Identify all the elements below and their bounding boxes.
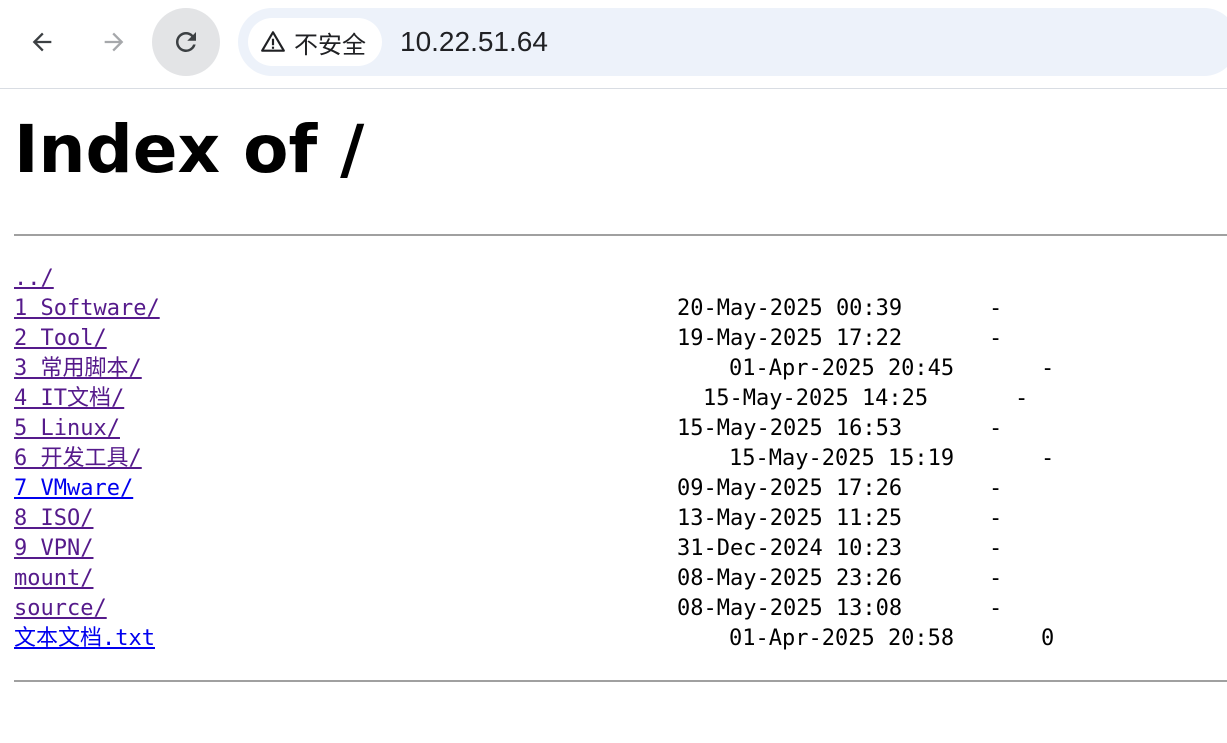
entry-link[interactable]: 文本文档.txt [14,626,155,651]
url-text[interactable]: 10.22.51.64 [400,8,548,76]
forward-button[interactable] [80,8,148,76]
entry-link[interactable]: 1 Software/ [14,296,160,321]
list-item: 9 VPN/31-Dec-2024 10:23 - [14,534,1214,564]
entry-link[interactable]: 9 VPN/ [14,536,93,561]
entry-date: 15-May-2025 16:53 [677,416,903,441]
entry-link[interactable]: 8 ISO/ [14,506,93,531]
entry-date: 09-May-2025 17:26 [677,476,903,501]
entry-link[interactable]: 6 开发工具/ [14,446,142,471]
forward-arrow-icon [104,32,124,52]
list-item: 3 常用脚本/01-Apr-2025 20:45 - [14,354,1214,384]
entry-size: - [989,326,1003,351]
reload-icon [175,31,196,52]
page-title: Index of / [14,111,365,188]
address-bar[interactable]: 不安全 10.22.51.64 [238,8,1227,76]
divider-top [14,234,1227,236]
list-item: 2 Tool/19-May-2025 17:22 - [14,324,1214,354]
list-item: 7 VMware/09-May-2025 17:26 - [14,474,1214,504]
entry-date: 31-Dec-2024 10:23 [677,536,903,561]
entry-link[interactable]: mount/ [14,566,93,591]
entry-date: 13-May-2025 11:25 [677,506,903,531]
entry-date: 01-Apr-2025 20:45 [729,356,955,381]
entry-size: - [989,416,1003,441]
list-item: 8 ISO/13-May-2025 11:25 - [14,504,1214,534]
entry-size: - [989,566,1003,591]
entry-size: - [989,506,1003,531]
entry-size: - [989,596,1003,621]
reload-button[interactable] [152,8,220,76]
entry-size: - [989,476,1003,501]
list-item: 4 IT文档/15-May-2025 14:25 - [14,384,1214,414]
security-chip[interactable]: 不安全 [248,18,382,66]
file-listing: ../1 Software/20-May-2025 00:39-2 Tool/1… [14,264,1214,654]
entry-size: - [989,296,1003,321]
list-item: 文本文档.txt 01-Apr-2025 20:58 0 [14,624,1214,654]
entry-link[interactable]: 5 Linux/ [14,416,120,441]
entry-date: 08-May-2025 13:08 [677,596,903,621]
entry-date: 01-Apr-2025 20:58 [729,626,955,651]
entry-size: - [1015,386,1029,411]
list-item: 6 开发工具/15-May-2025 15:19 - [14,444,1214,474]
list-item: 5 Linux/15-May-2025 16:53 - [14,414,1214,444]
entry-size: 0 [1041,626,1055,651]
list-item: source/08-May-2025 13:08 - [14,594,1214,624]
entry-date: 15-May-2025 15:19 [729,446,955,471]
divider-bottom [14,680,1227,682]
entry-size: - [1041,356,1055,381]
back-button[interactable] [8,8,76,76]
entry-size: - [989,536,1003,561]
list-item: ../ [14,264,1214,294]
list-item: mount/08-May-2025 23:26 - [14,564,1214,594]
list-item: 1 Software/20-May-2025 00:39 - [14,294,1214,324]
entry-date: 19-May-2025 17:22 [677,326,903,351]
entry-link[interactable]: 4 IT文档/ [14,386,124,411]
entry-link[interactable]: 2 Tool/ [14,326,107,351]
entry-link[interactable]: source/ [14,596,107,621]
entry-link[interactable]: 7 VMware/ [14,476,133,501]
browser-toolbar: 不安全 10.22.51.64 [0,0,1227,89]
directory-page: Index of / ../ 1 Software/20-May-2025 00:… [0,89,1227,743]
warning-triangle-icon [261,31,285,52]
entry-date: 08-May-2025 23:26 [677,566,903,591]
entry-date: 15-May-2025 14:25 [703,386,929,411]
entry-link[interactable]: ../ [14,266,54,291]
entry-link[interactable]: 3 常用脚本/ [14,356,142,381]
entry-date: 20-May-2025 00:39 [677,296,903,321]
entry-size: - [1041,446,1055,471]
back-arrow-icon [32,32,52,52]
security-label: 不安全 [294,30,366,59]
